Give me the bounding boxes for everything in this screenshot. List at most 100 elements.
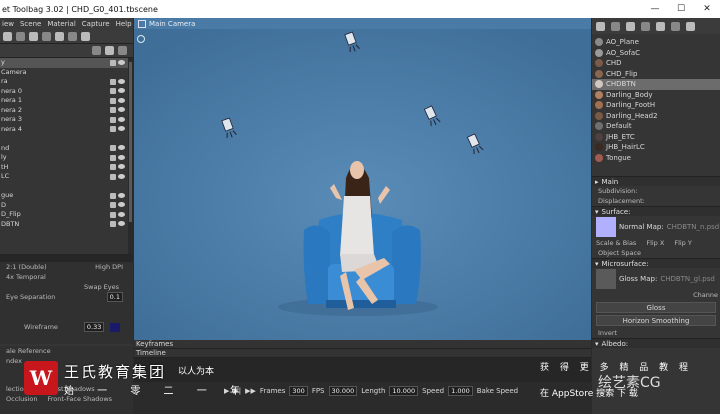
- next-frame-icon[interactable]: ▶|: [233, 387, 241, 395]
- tree-row[interactable]: nera 0: [0, 87, 133, 97]
- surface-section-header[interactable]: ▾ Surface:: [592, 206, 720, 216]
- lock-icon[interactable]: [105, 46, 114, 55]
- add-icon[interactable]: [3, 32, 12, 41]
- eye-icon[interactable]: [118, 46, 127, 55]
- material-item[interactable]: Tongue: [592, 153, 720, 164]
- tree-row[interactable]: ly: [0, 153, 133, 163]
- add-material-icon[interactable]: [596, 21, 605, 31]
- gloss-map-label: Gloss Map:: [619, 275, 658, 283]
- tree-row[interactable]: nera 1: [0, 96, 133, 106]
- material-item[interactable]: CHD_Flip: [592, 69, 720, 80]
- raycast-shadows-checkbox[interactable]: Raycast Shadows: [38, 385, 95, 393]
- tree-row[interactable]: ra: [0, 77, 133, 87]
- stereo-mode-select[interactable]: 2:1 (Double): [6, 263, 47, 271]
- tree-row[interactable]: [0, 134, 133, 144]
- frames-input[interactable]: 300: [289, 386, 308, 396]
- flip-y-checkbox[interactable]: Flip Y: [674, 239, 692, 247]
- tree-header-row[interactable]: y: [0, 58, 133, 68]
- group-icon[interactable]: [68, 32, 77, 41]
- swap-eyes-checkbox[interactable]: Swap Eyes: [0, 282, 133, 292]
- delete-material-icon[interactable]: [641, 21, 650, 31]
- tree-row[interactable]: Camera: [0, 68, 133, 78]
- object-space-checkbox[interactable]: Object Space: [592, 248, 720, 258]
- menu-material[interactable]: Material: [47, 20, 75, 28]
- channel-label: Channe: [693, 291, 718, 299]
- tree-row[interactable]: gue: [0, 191, 133, 201]
- tree-scrollbar[interactable]: [128, 58, 133, 258]
- library-icon[interactable]: [656, 21, 665, 31]
- keyframes-header[interactable]: Keyframes: [134, 340, 591, 349]
- end-icon[interactable]: ▶▶: [245, 387, 256, 395]
- minimize-button[interactable]: —: [642, 0, 668, 18]
- timeline-track[interactable]: [134, 358, 591, 382]
- flip-x-checkbox[interactable]: Flip X: [646, 239, 664, 247]
- material-list: AO_Plane AO_SofaC CHD CHD_Flip CHDBTN Da…: [592, 37, 720, 185]
- scale-reference-checkbox[interactable]: ale Reference: [0, 346, 133, 356]
- fps-input[interactable]: 30.000: [328, 386, 358, 396]
- high-dpi-checkbox[interactable]: High DPI: [95, 263, 123, 271]
- sky-icon[interactable]: [42, 32, 51, 41]
- displacement-section[interactable]: Displacement:: [592, 196, 720, 206]
- tree-row[interactable]: nera 3: [0, 115, 133, 125]
- duplicate-icon[interactable]: [611, 21, 620, 31]
- microsurface-section-label: Microsurface:: [601, 259, 649, 268]
- wireframe-color-swatch[interactable]: [110, 322, 121, 332]
- pick-icon[interactable]: [626, 21, 635, 31]
- material-item[interactable]: Darling_Body: [592, 90, 720, 101]
- material-item[interactable]: JHB_ETC: [592, 132, 720, 143]
- maximize-button[interactable]: ☐: [668, 0, 694, 18]
- timeline-header[interactable]: Timeline: [134, 349, 591, 358]
- menu-help[interactable]: Help: [116, 20, 132, 28]
- material-item[interactable]: Darling_Head2: [592, 111, 720, 122]
- material-item[interactable]: AO_SofaC: [592, 48, 720, 59]
- tree-row[interactable]: D_Flip: [0, 210, 133, 220]
- reflection-checkbox[interactable]: lection: [6, 385, 28, 393]
- menu-view[interactable]: iew: [2, 20, 14, 28]
- delete-icon[interactable]: [81, 32, 90, 41]
- viewport[interactable]: Main Camera: [134, 18, 591, 340]
- tree-row[interactable]: LC: [0, 172, 133, 182]
- temporal-select[interactable]: 4x Temporal: [0, 272, 133, 282]
- tree-row[interactable]: D: [0, 201, 133, 211]
- gloss-map-file[interactable]: CHDBTN_gl.psd: [660, 275, 715, 283]
- eye-separation-input[interactable]: 0.1: [106, 292, 123, 302]
- settings-icon[interactable]: [686, 21, 695, 31]
- invert-checkbox[interactable]: Invert: [592, 328, 720, 338]
- material-item-selected[interactable]: CHDBTN: [592, 79, 720, 90]
- close-button[interactable]: ✕: [694, 0, 720, 18]
- tree-row[interactable]: nera 4: [0, 125, 133, 135]
- material-item[interactable]: Default: [592, 121, 720, 132]
- gloss-map-thumbnail[interactable]: [596, 269, 616, 289]
- subdivision-section[interactable]: Subdivision:: [592, 186, 720, 196]
- menu-capture[interactable]: Capture: [82, 20, 110, 28]
- tree-row[interactable]: [0, 182, 133, 192]
- speed-input[interactable]: 1.000: [448, 386, 473, 396]
- albedo-section-header[interactable]: ▾ Albedo:: [592, 338, 720, 348]
- scale-bias-checkbox[interactable]: Scale & Bias: [596, 239, 636, 247]
- menu-scene[interactable]: Scene: [20, 20, 41, 28]
- object-icon[interactable]: [55, 32, 64, 41]
- microsurface-section-header[interactable]: ▾ Microsurface:: [592, 258, 720, 268]
- gloss-mode-button[interactable]: Gloss: [596, 302, 716, 313]
- play-icon[interactable]: ▶: [224, 387, 229, 395]
- wireframe-input[interactable]: 0.33: [83, 322, 105, 332]
- link-icon[interactable]: [671, 21, 680, 31]
- tree-row[interactable]: DBTN: [0, 220, 133, 230]
- tree-row[interactable]: nera 2: [0, 106, 133, 116]
- tree-row[interactable]: nd: [0, 144, 133, 154]
- material-item[interactable]: CHD: [592, 58, 720, 69]
- material-item[interactable]: AO_Plane: [592, 37, 720, 48]
- occlusion-checkbox[interactable]: Occlusion: [6, 395, 37, 403]
- horizon-smoothing-slider[interactable]: Horizon Smoothing: [596, 315, 716, 326]
- camera-icon[interactable]: [16, 32, 25, 41]
- light-icon[interactable]: [29, 32, 38, 41]
- main-section-header[interactable]: ▸ Main: [592, 176, 720, 186]
- tree-row[interactable]: tH: [0, 163, 133, 173]
- material-item[interactable]: Darling_FootH: [592, 100, 720, 111]
- normal-map-thumbnail[interactable]: [596, 217, 616, 237]
- material-item[interactable]: JHB_HairLC: [592, 142, 720, 153]
- front-face-shadows-checkbox[interactable]: Front-Face Shadows: [47, 395, 112, 403]
- length-input[interactable]: 10.000: [389, 386, 419, 396]
- folder-icon[interactable]: [92, 46, 101, 55]
- normal-map-file[interactable]: CHDBTN_n.psd: [667, 223, 720, 231]
